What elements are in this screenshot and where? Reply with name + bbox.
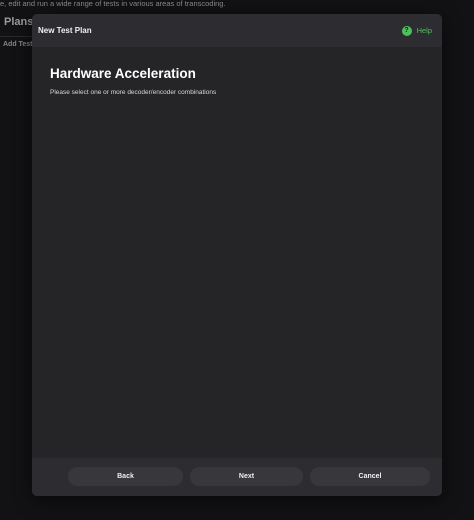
divider bbox=[0, 36, 33, 37]
dialog-title: New Test Plan bbox=[38, 26, 92, 35]
plans-heading: Plans bbox=[4, 16, 34, 28]
new-test-plan-dialog: New Test Plan ? Help Hardware Accelerati… bbox=[32, 14, 442, 496]
page-description: e, edit and run a wide range of tests in… bbox=[0, 0, 226, 8]
back-button[interactable]: Back bbox=[68, 467, 183, 486]
next-button[interactable]: Next bbox=[190, 467, 303, 486]
help-link[interactable]: ? Help bbox=[401, 25, 432, 36]
question-circle-icon: ? bbox=[401, 25, 412, 36]
cancel-button[interactable]: Cancel bbox=[310, 467, 430, 486]
add-test-button[interactable]: Add Test bbox=[3, 41, 32, 48]
dialog-body: Hardware Acceleration Please select one … bbox=[32, 47, 442, 458]
step-title: Hardware Acceleration bbox=[50, 66, 196, 81]
step-subtitle: Please select one or more decoder/encode… bbox=[50, 89, 217, 96]
dialog-footer: Back Next Cancel bbox=[32, 458, 442, 496]
help-label: Help bbox=[416, 26, 432, 35]
dialog-header: New Test Plan ? Help bbox=[32, 14, 442, 47]
